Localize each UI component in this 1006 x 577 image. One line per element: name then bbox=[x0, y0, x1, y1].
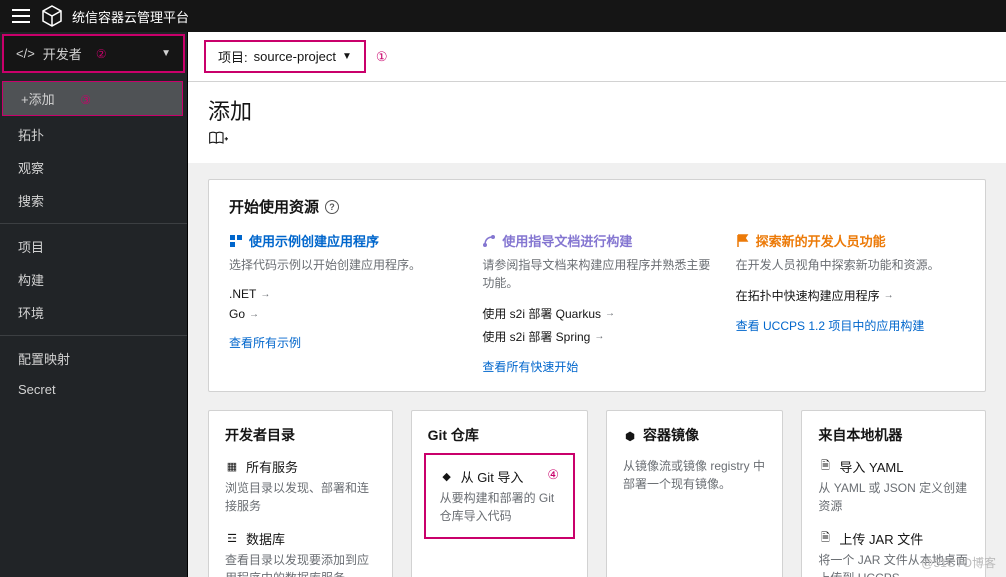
perspective-label: 开发者 bbox=[43, 44, 82, 63]
annotation-3: ③ bbox=[80, 93, 91, 107]
import-yaml[interactable]: 🗎导入 YAML 从 YAML 或 JSON 定义创建资源 bbox=[818, 457, 969, 515]
annotation-4: ④ bbox=[547, 467, 559, 483]
page-title: 添加 bbox=[208, 94, 986, 126]
database-icon: ☲ bbox=[225, 532, 239, 546]
book-plus-icon bbox=[208, 130, 228, 146]
cube-icon bbox=[40, 4, 64, 28]
code-icon: </> bbox=[16, 46, 35, 61]
divider bbox=[0, 335, 187, 336]
annotation-1: ① bbox=[376, 49, 388, 65]
gs-samples-head: 使用示例创建应用程序 bbox=[229, 231, 458, 250]
sidebar-item-secret[interactable]: Secret bbox=[0, 375, 187, 404]
container-image-body: 从镜像流或镜像 registry 中部署一个现有镜像。 bbox=[623, 457, 766, 493]
gs-link-spring[interactable]: 使用 s2i 部署 Spring→ bbox=[482, 325, 711, 348]
gs-explore-head: 探索新的开发人员功能 bbox=[736, 231, 965, 250]
sidebar-item-add[interactable]: +添加 ③ bbox=[3, 82, 182, 115]
git-repo-title: Git 仓库 bbox=[428, 425, 571, 445]
sidebar-item-env[interactable]: 环境 bbox=[0, 296, 187, 329]
route-icon bbox=[482, 234, 496, 248]
getting-started-title: 开始使用资源 ? bbox=[229, 196, 965, 217]
gs-link-go[interactable]: Go→ bbox=[229, 304, 458, 324]
gs-link-dotnet[interactable]: .NET→ bbox=[229, 284, 458, 304]
sidebar-item-build[interactable]: 构建 bbox=[0, 263, 187, 296]
divider bbox=[0, 223, 187, 224]
gs-explore-desc: 在开发人员视角中探索新功能和资源。 bbox=[736, 256, 965, 274]
import-from-git[interactable]: ④ ◆从 Git 导入 从要构建和部署的 Git 仓库导入代码 bbox=[424, 453, 575, 539]
sidebar-item-project[interactable]: 项目 bbox=[0, 230, 187, 263]
gs-samples-desc: 选择代码示例以开始创建应用程序。 bbox=[229, 256, 458, 274]
flag-icon bbox=[736, 234, 750, 248]
product-logo: 统信容器云管理平台 bbox=[40, 4, 189, 28]
annotation-2: ② bbox=[96, 47, 107, 61]
project-selector[interactable]: 项目: source-project ▼ bbox=[204, 40, 366, 73]
product-name: 统信容器云管理平台 bbox=[72, 7, 189, 26]
cat-database[interactable]: ☲数据库 查看目录以发现要添加到应用程序中的数据库服务 bbox=[225, 529, 376, 577]
container-image-title[interactable]: ⬢容器镜像 bbox=[623, 425, 766, 445]
chevron-down-icon: ▼ bbox=[161, 48, 171, 59]
gs-guided-head: 使用指导文档进行构建 bbox=[482, 231, 711, 250]
gs-explore-footer[interactable]: 查看 UCCPS 1.2 项目中的应用构建 bbox=[736, 317, 965, 334]
grid-icon: ▦ bbox=[225, 460, 239, 474]
project-label: 项目: bbox=[218, 47, 248, 66]
hamburger-menu[interactable] bbox=[12, 9, 30, 23]
git-icon: ◆ bbox=[440, 470, 454, 484]
cat-all-services[interactable]: ▦所有服务 浏览目录以发现、部署和连接服务 bbox=[225, 457, 376, 515]
watermark: @51CTO博客 bbox=[921, 554, 996, 571]
chevron-down-icon: ▼ bbox=[342, 51, 352, 62]
local-machine-title: 来自本地机器 bbox=[818, 425, 969, 445]
sidebar-item-search[interactable]: 搜索 bbox=[0, 184, 187, 217]
gs-guided-footer[interactable]: 查看所有快速开始 bbox=[482, 358, 711, 375]
sidebar-item-topology[interactable]: 拓扑 bbox=[0, 118, 187, 151]
gs-guided-desc: 请参阅指导文档来构建应用程序并熟悉主要功能。 bbox=[482, 256, 711, 292]
gs-link-topology[interactable]: 在拓扑中快速构建应用程序→ bbox=[736, 284, 965, 307]
file-icon: 🗎 bbox=[818, 460, 832, 474]
gs-link-quarkus[interactable]: 使用 s2i 部署 Quarkus→ bbox=[482, 302, 711, 325]
samples-icon bbox=[229, 234, 243, 248]
sidebar-item-configmap[interactable]: 配置映射 bbox=[0, 342, 187, 375]
perspective-switcher[interactable]: </> 开发者 ② ▼ bbox=[4, 36, 183, 71]
dev-catalog-title: 开发者目录 bbox=[225, 425, 376, 445]
cube-icon: ⬢ bbox=[623, 430, 637, 444]
help-icon[interactable]: ? bbox=[325, 200, 339, 214]
gs-samples-footer[interactable]: 查看所有示例 bbox=[229, 334, 458, 351]
upload-icon: 🗎 bbox=[818, 532, 832, 546]
project-value: source-project bbox=[254, 49, 336, 64]
sidebar-item-observe[interactable]: 观察 bbox=[0, 151, 187, 184]
